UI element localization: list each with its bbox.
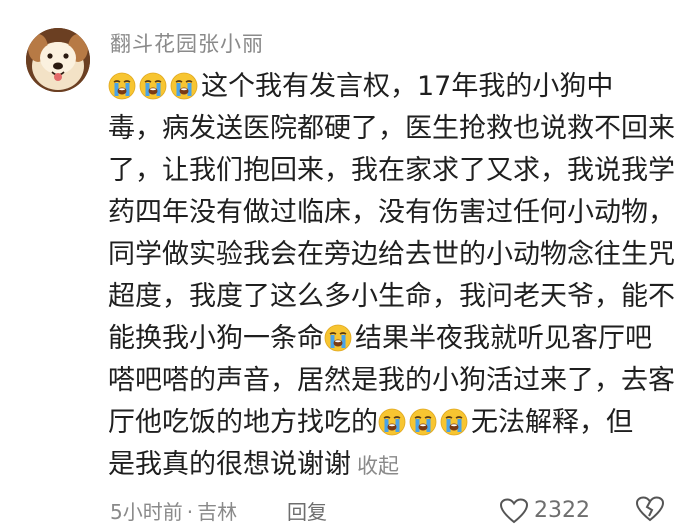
comment-line: 药四年没有做过临床，没有伤害过任何小动物，: [108, 192, 675, 234]
comment-line: 这个我有发言权，17年我的小狗中: [108, 66, 668, 108]
reply-button[interactable]: 回复: [287, 498, 327, 526]
comment-line: 了，让我们抱回来，我在家求了又求，我说我学: [108, 150, 675, 192]
comment-text: 这个我有发言权，17年我的小狗中 毒，病发送医院都硬了，医生抢救也说救不回来 了…: [108, 66, 675, 486]
timestamp: 5小时前: [110, 500, 183, 524]
loudly-crying-face-icon: [324, 324, 352, 352]
location: 吉林: [197, 500, 238, 524]
dog-avatar-icon: [26, 28, 90, 92]
comment-line-text: 药四年没有做过临床，没有伤害过任何小动物，: [108, 197, 675, 228]
loudly-crying-face-icon: [440, 408, 468, 436]
comment-meta: 5小时前 · 吉林: [110, 498, 237, 526]
comment-line: 厅他吃饭的地方找吃的 无法解释，但: [108, 402, 668, 444]
comment-line-text: 结果半夜我就听见客厅吧: [355, 323, 652, 354]
heart-icon: [500, 498, 528, 524]
broken-heart-icon: [635, 496, 665, 522]
loudly-crying-face-icon: [409, 408, 437, 436]
like-button[interactable]: 2322: [500, 496, 590, 526]
comment-line-text: 毒，病发送医院都硬了，医生抢救也说救不回来: [108, 113, 675, 144]
comment-line-text: 能换我小狗一条命: [108, 323, 324, 354]
comment-line: 能换我小狗一条命 结果半夜我就听见客厅吧: [108, 318, 668, 360]
username[interactable]: 翻斗花园张小丽: [110, 30, 264, 58]
comment-line-text: 无法解释，但: [471, 407, 633, 438]
comment-line: 嗒吧嗒的声音，居然是我的小狗活过来了，去客: [108, 360, 675, 402]
meta-separator: ·: [186, 500, 194, 524]
comment-line: 毒，病发送医院都硬了，医生抢救也说救不回来: [108, 108, 675, 150]
loudly-crying-face-icon: [170, 72, 198, 100]
loudly-crying-face-icon: [108, 72, 136, 100]
comment-line: 超度，我度了这么多小生命，我问老天爷，能不: [108, 276, 675, 318]
comment-line-text: 嗒吧嗒的声音，居然是我的小狗活过来了，去客: [108, 365, 675, 396]
comment-line: 是我真的很想说谢谢 收起: [108, 444, 668, 486]
comment-line-text: 了，让我们抱回来，我在家求了又求，我说我学: [108, 155, 675, 186]
comment-line-text: 这个我有发言权，17年我的小狗中: [201, 71, 614, 102]
comment-line-text: 同学做实验我会在旁边给去世的小动物念往生咒: [108, 239, 675, 270]
comment-line-text: 超度，我度了这么多小生命，我问老天爷，能不: [108, 281, 675, 312]
loudly-crying-face-icon: [378, 408, 406, 436]
avatar[interactable]: [26, 28, 90, 92]
collapse-button[interactable]: 收起: [357, 454, 399, 478]
comment-line-text: 是我真的很想说谢谢: [108, 449, 351, 480]
loudly-crying-face-icon: [139, 72, 167, 100]
comment-line: 同学做实验我会在旁边给去世的小动物念往生咒: [108, 234, 675, 276]
dislike-button[interactable]: [635, 496, 665, 526]
comment-line-text: 厅他吃饭的地方找吃的: [108, 407, 378, 438]
like-count: 2322: [534, 498, 590, 523]
